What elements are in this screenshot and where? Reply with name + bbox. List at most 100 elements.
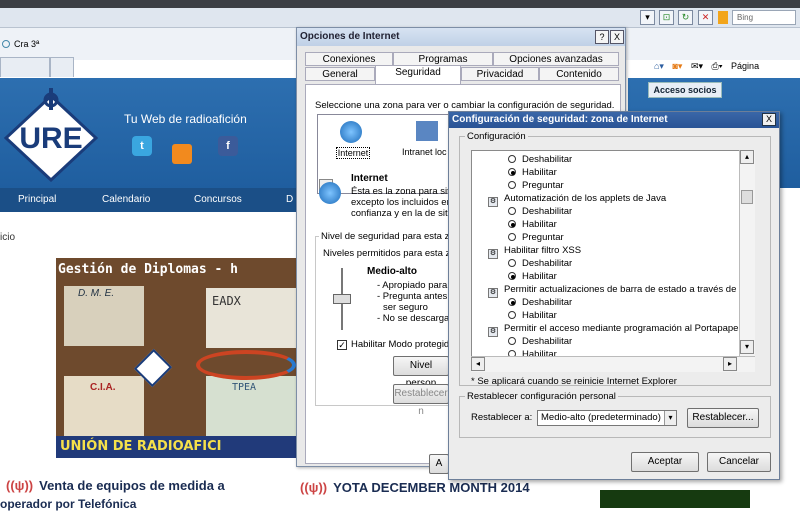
search-input[interactable]: Bing: [732, 10, 796, 25]
zone-desc-line: Ésta es la zona para sitio: [351, 186, 458, 197]
horizontal-scrollbar[interactable]: ◂ ▸: [471, 356, 755, 372]
setting-radio-option[interactable]: Habilitar: [508, 309, 557, 322]
refresh-icon[interactable]: ↻: [678, 10, 693, 25]
radio-selected-icon[interactable]: [508, 168, 516, 176]
members-access-button[interactable]: Acceso socios: [648, 82, 722, 98]
radio-unselected-icon[interactable]: [508, 259, 516, 267]
breadcrumb[interactable]: icio: [0, 232, 15, 243]
radio-unselected-icon[interactable]: [508, 233, 516, 241]
reset-to-label: Restablecer a:: [471, 412, 533, 423]
setting-heading[interactable]: ⚙ Automatización de los applets de Java: [488, 192, 666, 207]
default-level-button[interactable]: Restablecer n: [393, 384, 449, 417]
nav-item-partial[interactable]: D: [286, 194, 293, 205]
close-button[interactable]: X: [762, 113, 776, 126]
setting-label: Deshabilitar: [522, 258, 573, 269]
setting-radio-option[interactable]: Deshabilitar: [508, 335, 572, 348]
setting-radio-option[interactable]: Deshabilitar: [508, 257, 572, 270]
browser-tab[interactable]: [0, 57, 50, 77]
bing-logo-icon: [718, 11, 728, 24]
radio-selected-icon[interactable]: [508, 298, 516, 306]
scroll-left-arrow[interactable]: ◂: [471, 357, 485, 371]
custom-level-button[interactable]: Nivel person: [393, 356, 449, 389]
new-tab-button[interactable]: [50, 57, 74, 77]
tab-contenido[interactable]: Contenido: [539, 67, 619, 81]
print-icon[interactable]: ⎙▾: [712, 61, 723, 71]
zone-intranet[interactable]: Intranet loc: [402, 147, 447, 157]
level-slider-thumb[interactable]: [333, 294, 351, 304]
setting-label: Preguntar: [522, 180, 564, 191]
radio-selected-icon[interactable]: [508, 220, 516, 228]
setting-radio-option[interactable]: Deshabilitar: [508, 296, 572, 309]
home-icon[interactable]: ⌂▾: [654, 61, 664, 71]
setting-heading[interactable]: ⚙ Permitir actualizaciones de barra de es…: [488, 283, 755, 298]
scroll-down-arrow[interactable]: ▾: [740, 340, 754, 354]
vertical-scrollbar[interactable]: ▴ ▾: [739, 150, 755, 372]
radio-unselected-icon[interactable]: [508, 311, 516, 319]
radio-unselected-icon[interactable]: [508, 207, 516, 215]
settings-list[interactable]: Deshabilitar Habilitar Preguntar ⚙ Automatiz…: [471, 150, 755, 372]
reset-level-select[interactable]: Medio-alto (predeterminado) ▾: [537, 410, 677, 426]
zone-list[interactable]: Internet Intranet loc ◂: [317, 114, 467, 194]
rss-feed-icon[interactable]: [172, 144, 192, 164]
facebook-icon[interactable]: f: [218, 136, 238, 156]
setting-radio-option[interactable]: Habilitar: [508, 218, 557, 231]
tab-general[interactable]: General: [305, 67, 375, 81]
setting-heading[interactable]: ⚙ Permitir el acceso mediante programació…: [488, 322, 751, 337]
rss-icon[interactable]: ◙▾: [672, 61, 682, 71]
dropdown-arrow-icon[interactable]: ▾: [640, 10, 655, 25]
tab-opciones-avanzadas[interactable]: Opciones avanzadas: [493, 52, 619, 66]
news-headline[interactable]: ((ψ)) YOTA DECEMBER MONTH 2014: [300, 480, 530, 495]
tab-conexiones[interactable]: Conexiones: [305, 52, 393, 66]
diplomas-promo-image[interactable]: D. M. E. C.I.A. EADX TPEA: [56, 258, 300, 458]
sidebar-green-banner[interactable]: [600, 490, 750, 508]
page-menu[interactable]: Página: [731, 61, 759, 71]
setting-radio-option[interactable]: Habilitar: [508, 270, 557, 283]
radio-unselected-icon[interactable]: [508, 337, 516, 345]
tab-programas[interactable]: Programas: [393, 52, 493, 66]
accept-button[interactable]: A: [429, 454, 449, 474]
dialog-title: Opciones de Internet: [297, 28, 625, 46]
setting-radio-option[interactable]: Preguntar: [508, 179, 564, 192]
compat-view-icon[interactable]: ⊡: [659, 10, 674, 25]
setting-label: Deshabilitar: [522, 336, 573, 347]
reset-button[interactable]: Restablecer...: [687, 408, 759, 428]
nav-principal[interactable]: Principal: [18, 194, 56, 205]
setting-label: Deshabilitar: [522, 154, 573, 165]
settings-group-label: Configuración: [465, 131, 528, 142]
nav-concursos[interactable]: Concursos: [194, 194, 242, 205]
browser-tab[interactable]: Cra 3ª: [0, 34, 80, 54]
radio-selected-icon[interactable]: [508, 272, 516, 280]
level-name: Medio-alto: [367, 266, 417, 277]
help-button[interactable]: ?: [595, 30, 609, 44]
twitter-icon[interactable]: t: [132, 136, 152, 156]
chevron-down-icon[interactable]: ▾: [664, 411, 676, 425]
ure-logo[interactable]: URE: [2, 86, 100, 182]
setting-radio-option[interactable]: Deshabilitar: [508, 153, 572, 166]
close-button[interactable]: X: [610, 30, 624, 44]
tab-privacidad[interactable]: Privacidad: [461, 67, 539, 81]
news-title-line2[interactable]: operador por Telefónica: [0, 497, 136, 511]
radio-unselected-icon[interactable]: [508, 155, 516, 163]
setting-heading[interactable]: ⚙ Habilitar filtro XSS: [488, 244, 582, 259]
scroll-right-arrow[interactable]: ▸: [723, 357, 737, 371]
setting-label: Permitir actualizaciones de barra de est…: [504, 284, 755, 295]
setting-label: Habilitar filtro XSS: [504, 245, 582, 256]
nav-calendario[interactable]: Calendario: [102, 194, 150, 205]
protected-mode-checkbox[interactable]: ✓: [337, 340, 347, 350]
main-nav: Principal Calendario Concursos D: [0, 188, 300, 212]
diploma-label: TPEA: [232, 382, 257, 393]
cancel-button[interactable]: Cancelar: [707, 452, 771, 472]
scroll-up-arrow[interactable]: ▴: [740, 150, 754, 164]
tab-seguridad[interactable]: Seguridad: [375, 65, 461, 84]
radio-unselected-icon[interactable]: [508, 181, 516, 189]
mail-icon[interactable]: ✉▾: [691, 61, 703, 71]
setting-radio-option[interactable]: Habilitar: [508, 166, 557, 179]
setting-radio-option[interactable]: Preguntar: [508, 231, 564, 244]
zone-internet[interactable]: Internet: [336, 147, 370, 159]
scrollbar-thumb[interactable]: [741, 190, 753, 204]
news-headline[interactable]: ((ψ)) Venta de equipos de medida a: [6, 478, 225, 493]
level-bullet: ser seguro: [383, 302, 428, 313]
stop-icon[interactable]: ✕: [698, 10, 713, 25]
setting-radio-option[interactable]: Deshabilitar: [508, 205, 572, 218]
accept-button[interactable]: Aceptar: [631, 452, 699, 472]
